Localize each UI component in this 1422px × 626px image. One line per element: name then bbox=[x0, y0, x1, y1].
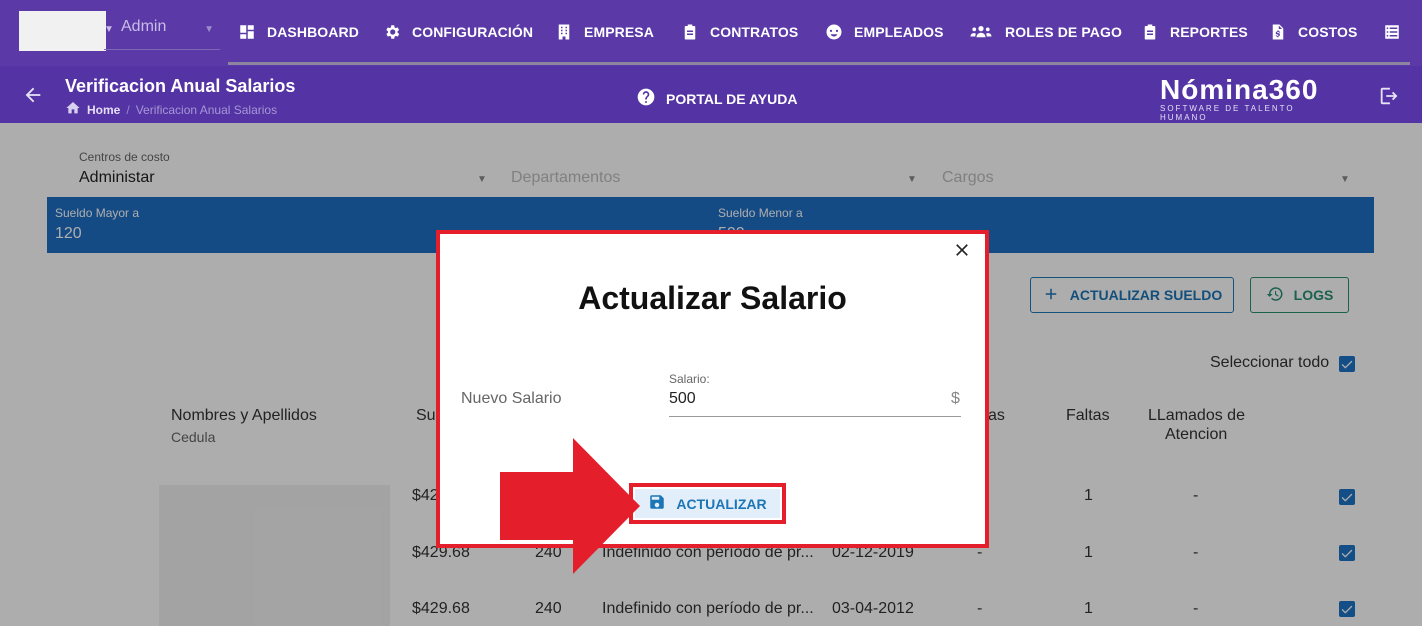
breadcrumb-home[interactable]: Home bbox=[87, 103, 120, 117]
nav-contratos-label: CONTRATOS bbox=[710, 24, 799, 40]
portal-de-ayuda-link[interactable]: PORTAL DE AYUDA bbox=[636, 87, 797, 110]
brand-tagline: SOFTWARE DE TALENTO HUMANO bbox=[1160, 104, 1295, 122]
chevron-down-icon: ▼ bbox=[204, 24, 214, 35]
nav-empleados[interactable]: EMPLEADOS bbox=[824, 20, 944, 44]
nav-roles-de-pago[interactable]: ROLES DE PAGO bbox=[967, 20, 1122, 44]
logout-icon[interactable] bbox=[1378, 85, 1400, 107]
portal-de-ayuda-label: PORTAL DE AYUDA bbox=[666, 90, 798, 107]
breadcrumb-current: Verificacion Anual Salarios bbox=[135, 102, 278, 117]
people-icon bbox=[967, 22, 995, 42]
page-title: Verificacion Anual Salarios bbox=[65, 76, 296, 96]
top-navbar: ▼ Admin ▼ DASHBOARD CONFIGURACIÓN EMPRES… bbox=[0, 0, 1422, 66]
dialog-title: Actualizar Salario bbox=[578, 280, 847, 316]
arrow-annotation-icon bbox=[500, 438, 640, 574]
clipboard-icon bbox=[680, 22, 700, 42]
admin-label: Admin bbox=[121, 18, 167, 35]
nav-dashboard[interactable]: DASHBOARD bbox=[237, 20, 359, 44]
actualizar-button[interactable]: ACTUALIZAR bbox=[629, 483, 786, 524]
gear-icon bbox=[382, 22, 402, 42]
nav-contratos[interactable]: CONTRATOS bbox=[680, 20, 798, 44]
help-icon bbox=[636, 87, 656, 110]
nav-reportes-label: REPORTES bbox=[1170, 24, 1248, 40]
nav-empresa[interactable]: EMPRESA bbox=[554, 20, 654, 44]
nav-configuracion[interactable]: CONFIGURACIÓN bbox=[382, 20, 533, 44]
close-icon[interactable] bbox=[952, 240, 972, 260]
home-icon bbox=[65, 100, 81, 119]
nav-costos-label: COSTOS bbox=[1298, 24, 1358, 40]
clipboard-list-icon bbox=[1140, 22, 1160, 42]
caret-down-icon: ▼ bbox=[104, 24, 114, 35]
nuevo-salario-label: Nuevo Salario bbox=[461, 390, 562, 407]
breadcrumb: Home / Verificacion Anual Salarios bbox=[65, 100, 277, 119]
nav-dashboard-label: DASHBOARD bbox=[267, 24, 359, 40]
company-logo bbox=[19, 11, 106, 51]
invoice-dollar-icon bbox=[1268, 22, 1288, 42]
list-icon bbox=[1382, 22, 1402, 42]
breadcrumb-separator: / bbox=[126, 102, 130, 117]
nav-costos[interactable]: COSTOS bbox=[1268, 20, 1357, 44]
empleados-icon bbox=[824, 22, 844, 42]
nav-more[interactable] bbox=[1382, 20, 1402, 44]
salario-field-label: Salario: bbox=[669, 372, 710, 386]
brand-name: Nómina360 bbox=[1160, 74, 1319, 105]
dollar-suffix: $ bbox=[951, 390, 960, 407]
nav-empresa-label: EMPRESA bbox=[584, 24, 654, 40]
dashboard-icon bbox=[237, 22, 257, 42]
admin-role-select[interactable]: ▼ Admin ▼ bbox=[104, 14, 220, 50]
nav-configuracion-label: CONFIGURACIÓN bbox=[412, 24, 534, 40]
nav-active-underline bbox=[228, 62, 1410, 65]
salario-input[interactable]: 500 bbox=[669, 390, 696, 408]
nav-empleados-label: EMPLEADOS bbox=[854, 24, 944, 40]
actualizar-label: ACTUALIZAR bbox=[676, 495, 767, 512]
brand-logo: Nómina360 SOFTWARE DE TALENTO HUMANO bbox=[1160, 74, 1340, 122]
nav-reportes[interactable]: REPORTES bbox=[1140, 20, 1248, 44]
building-icon bbox=[554, 22, 574, 42]
save-icon bbox=[648, 493, 666, 514]
salario-underline bbox=[669, 416, 961, 417]
nav-roles-de-pago-label: ROLES DE PAGO bbox=[1005, 24, 1122, 40]
back-arrow-icon[interactable] bbox=[22, 84, 44, 106]
